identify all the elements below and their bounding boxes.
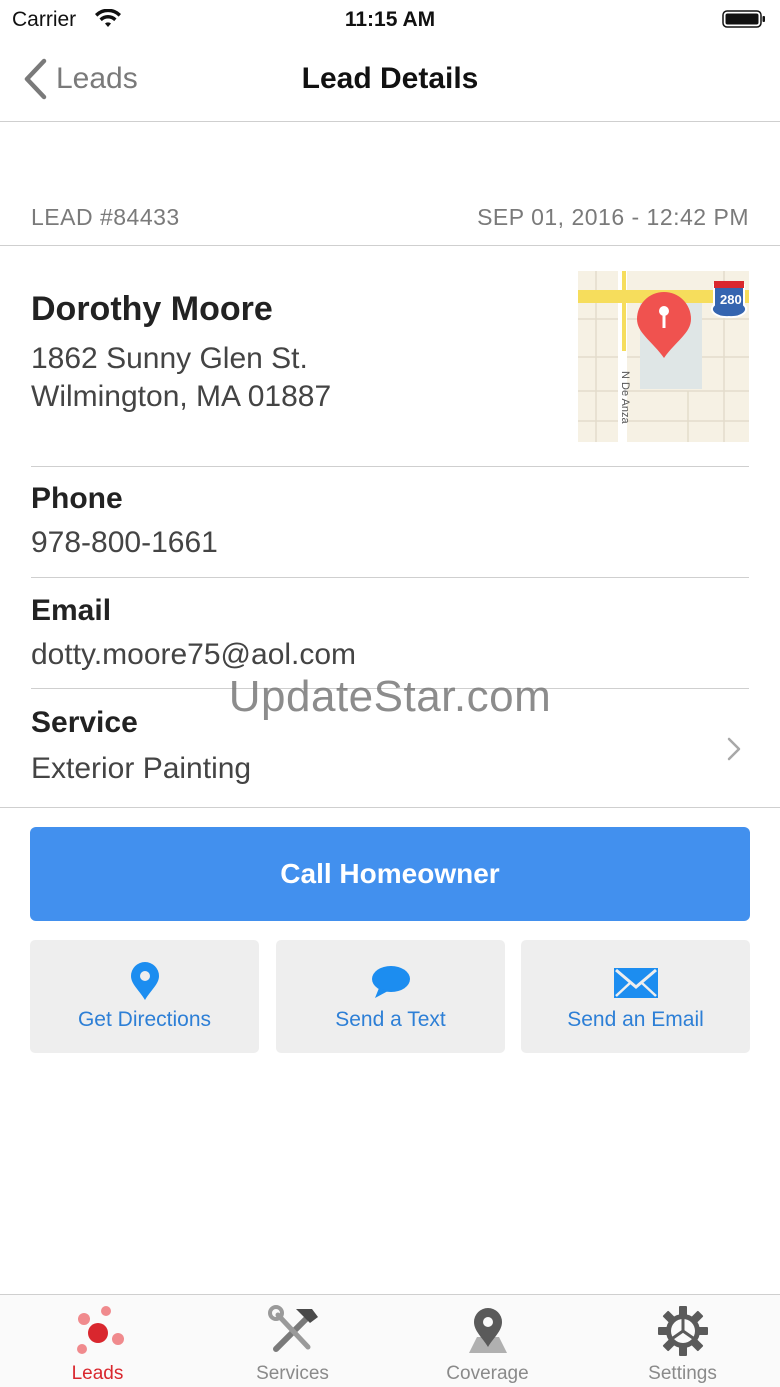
battery-icon	[722, 10, 765, 28]
lead-number: LEAD #84433	[31, 204, 180, 230]
envelope-icon	[613, 968, 658, 998]
hammer-wrench-icon	[267, 1305, 318, 1352]
page-title: Lead Details	[301, 62, 479, 95]
lead-meta-row: LEAD #84433 SEP 01, 2016 - 12:42 PM	[0, 196, 780, 246]
map-thumbnail[interactable]: N De Anza 280	[578, 271, 749, 442]
phone-label: Phone	[31, 482, 123, 515]
address-line-2: Wilmington, MA 01887	[31, 380, 332, 413]
chat-bubble-icon	[371, 966, 410, 998]
location-pin-icon	[130, 962, 159, 1000]
send-email-button[interactable]: Send an Email	[521, 940, 750, 1053]
phone-value[interactable]: 978-800-1661	[31, 526, 218, 560]
map-highway-label: 280	[720, 292, 742, 307]
map-pin-icon	[468, 1308, 507, 1353]
divider	[31, 466, 749, 467]
gear-icon	[657, 1306, 708, 1356]
call-homeowner-button[interactable]: Call Homeowner	[30, 827, 750, 921]
service-value: Exterior Painting	[31, 752, 252, 785]
address-line-1: 1862 Sunny Glen St.	[31, 342, 308, 375]
tab-leads-label: Leads	[71, 1363, 124, 1384]
tab-settings-label: Settings	[648, 1363, 717, 1384]
send-text-label: Send a Text	[335, 1008, 446, 1031]
send-email-label: Send an Email	[567, 1008, 704, 1031]
send-text-button[interactable]: Send a Text	[276, 940, 505, 1053]
contact-name: Dorothy Moore	[31, 290, 273, 328]
lead-date: SEP 01, 2016 - 12:42 PM	[477, 204, 749, 230]
map-image: N De Anza 280	[578, 271, 749, 442]
chevron-right-icon	[727, 737, 741, 761]
divider	[0, 807, 780, 808]
watermark: UpdateStar.com	[228, 672, 552, 721]
email-label: Email	[31, 594, 112, 627]
tab-leads[interactable]: Leads	[0, 1295, 195, 1387]
tab-coverage-label: Coverage	[446, 1363, 529, 1384]
get-directions-label: Get Directions	[77, 1008, 212, 1031]
divider	[31, 577, 749, 578]
email-value[interactable]: dotty.moore75@aol.com	[31, 638, 356, 672]
navigation-bar: Leads Lead Details	[0, 40, 780, 122]
tab-settings[interactable]: Settings	[585, 1295, 780, 1387]
tab-services[interactable]: Services	[195, 1295, 390, 1387]
tab-coverage[interactable]: Coverage	[390, 1295, 585, 1387]
tab-services-label: Services	[256, 1363, 329, 1384]
get-directions-button[interactable]: Get Directions	[30, 940, 259, 1053]
tab-bar: Leads Services Coverage Settings	[0, 1294, 780, 1387]
status-bar: Carrier 11:15 AM	[0, 0, 780, 40]
status-time: 11:15 AM	[344, 8, 436, 31]
map-street-label: N De Anza	[619, 371, 631, 424]
leads-icon	[76, 1306, 124, 1354]
